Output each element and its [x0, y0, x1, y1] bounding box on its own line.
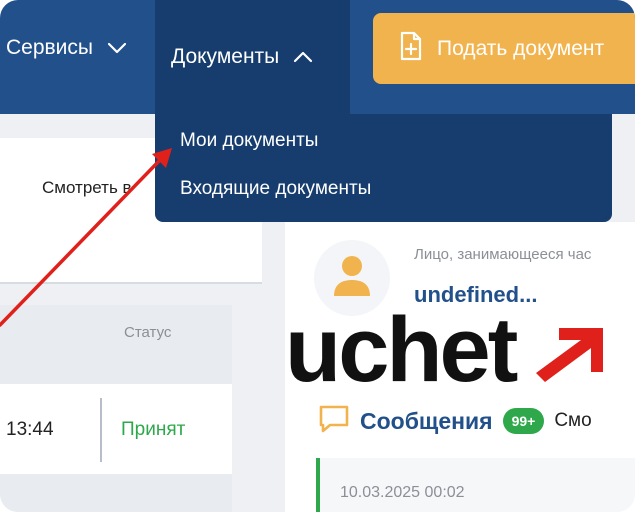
- messages-count-badge: 99+: [502, 408, 545, 434]
- chevron-up-icon: [293, 51, 313, 63]
- row-status: Принят: [121, 419, 186, 440]
- user-icon: [332, 254, 372, 303]
- file-plus-icon: [399, 31, 423, 67]
- messages-header: Сообщения 99+ Смо: [318, 405, 592, 437]
- logo-text: uchet: [285, 299, 518, 401]
- nav-documents[interactable]: Документы: [155, 0, 350, 114]
- chat-icon: [318, 404, 350, 439]
- nav-services-label: Сервисы: [6, 36, 94, 59]
- chevron-down-icon: [107, 42, 127, 54]
- top-navigation-bar: Сервисы Документы Подать документ: [0, 0, 635, 114]
- logo-arrow-icon: [536, 328, 603, 382]
- divider: [0, 282, 262, 284]
- menu-item-my-documents[interactable]: Мои документы: [180, 130, 318, 152]
- uchet-logo: uchet: [285, 304, 607, 396]
- row-separator: [100, 398, 102, 462]
- view-link[interactable]: Смотреть в: [42, 178, 132, 198]
- nav-services[interactable]: Сервисы: [6, 0, 127, 96]
- menu-item-incoming-documents[interactable]: Входящие документы: [180, 178, 371, 200]
- status-column-header: Статус: [124, 324, 172, 341]
- documents-dropdown-menu: Мои документы Входящие документы: [155, 114, 612, 222]
- submit-document-button[interactable]: Подать документ: [373, 13, 635, 84]
- nav-documents-label: Документы: [171, 45, 280, 68]
- messages-title: Сообщения: [360, 407, 493, 434]
- row-time: 13:44: [6, 419, 54, 440]
- submit-document-label: Подать документ: [437, 36, 605, 60]
- messages-view-link[interactable]: Смо: [554, 410, 591, 432]
- message-date: 10.03.2025 00:02: [340, 484, 465, 501]
- profile-role: Лицо, занимающееся час: [414, 246, 592, 263]
- app-frame: Сервисы Документы Подать документ Смотре: [0, 0, 635, 512]
